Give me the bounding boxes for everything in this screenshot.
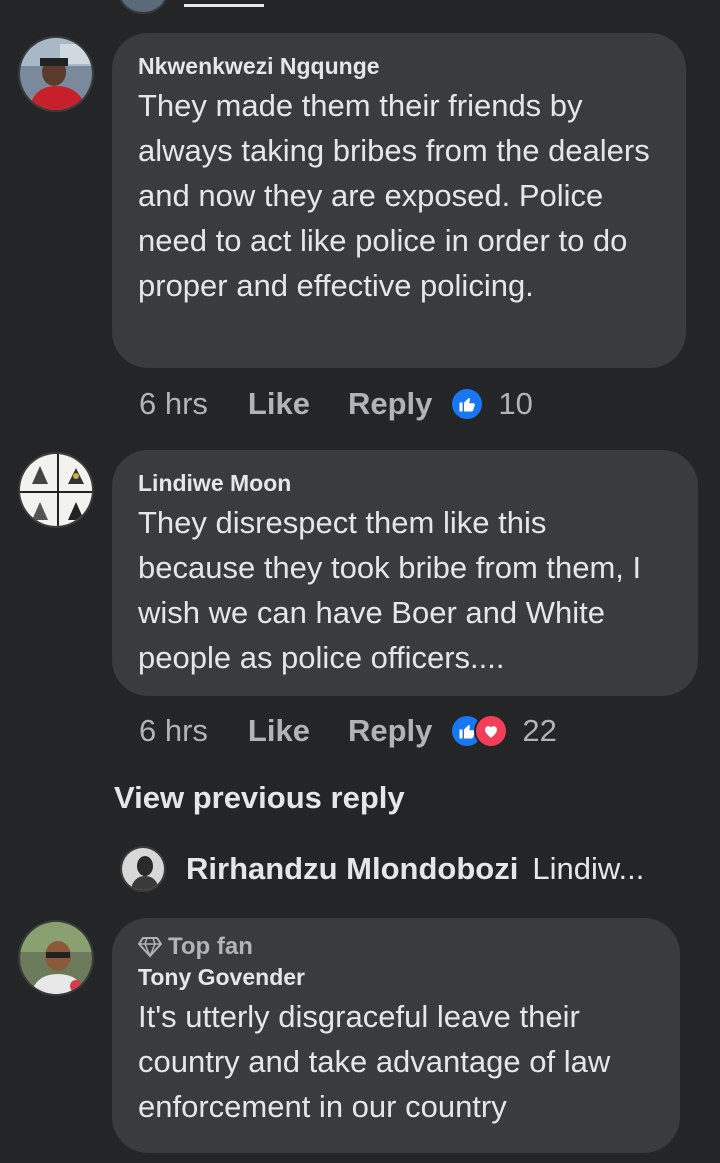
love-icon bbox=[474, 714, 509, 748]
reply-snippet: Lindiw... bbox=[532, 851, 645, 886]
top-fan-badge: Top fan bbox=[138, 932, 654, 962]
comment-author[interactable]: Lindiwe Moon bbox=[138, 468, 672, 498]
reaction-count[interactable]: 22 bbox=[522, 713, 556, 749]
comment-timestamp[interactable]: 6 hrs bbox=[139, 713, 208, 749]
top-fan-label: Top fan bbox=[168, 933, 253, 960]
comment-actions: 6 hrs Like Reply 10 bbox=[139, 384, 533, 424]
comment-timestamp[interactable]: 6 hrs bbox=[139, 386, 208, 422]
reply-button[interactable]: Reply bbox=[348, 713, 432, 749]
comment-text: They disrespect them like this because t… bbox=[138, 505, 642, 675]
avatar[interactable] bbox=[18, 452, 94, 528]
avatar-photo-icon bbox=[122, 848, 164, 890]
comment-author[interactable]: Tony Govender bbox=[138, 962, 654, 992]
reaction-count[interactable]: 10 bbox=[498, 386, 532, 422]
comment-bubble: Nkwenkwezi Ngqunge They made them their … bbox=[112, 33, 686, 368]
comment-text: They made them their friends by always t… bbox=[138, 88, 650, 303]
comment-author[interactable]: Nkwenkwezi Ngqunge bbox=[138, 51, 660, 81]
like-icon bbox=[450, 387, 485, 421]
avatar[interactable] bbox=[118, 0, 168, 14]
truncated-text bbox=[184, 0, 264, 7]
diamond-icon bbox=[138, 937, 162, 958]
avatar[interactable] bbox=[120, 846, 166, 892]
avatar-photo-icon bbox=[20, 454, 92, 526]
view-previous-reply-link[interactable]: View previous reply bbox=[114, 780, 405, 816]
reply-preview[interactable]: Rirhandzu Mlondobozi Lindiw... bbox=[120, 846, 644, 892]
like-button[interactable]: Like bbox=[248, 386, 310, 422]
comment-bubble: Top fan Tony Govender It's utterly disgr… bbox=[112, 918, 680, 1153]
avatar-photo-icon bbox=[20, 38, 92, 110]
reply-author[interactable]: Rirhandzu Mlondobozi bbox=[186, 851, 518, 887]
comments-page: Nkwenkwezi Ngqunge They made them their … bbox=[0, 0, 720, 1163]
avatar[interactable] bbox=[18, 36, 94, 112]
comment-text: It's utterly disgraceful leave their cou… bbox=[138, 999, 611, 1124]
reactions[interactable] bbox=[450, 387, 485, 421]
comment-bubble: Lindiwe Moon They disrespect them like t… bbox=[112, 450, 698, 696]
like-button[interactable]: Like bbox=[248, 713, 310, 749]
avatar[interactable] bbox=[18, 920, 94, 996]
reactions[interactable] bbox=[450, 714, 509, 748]
reply-button[interactable]: Reply bbox=[348, 386, 432, 422]
avatar-photo-icon bbox=[20, 922, 92, 994]
comment-actions: 6 hrs Like Reply 22 bbox=[139, 711, 557, 751]
